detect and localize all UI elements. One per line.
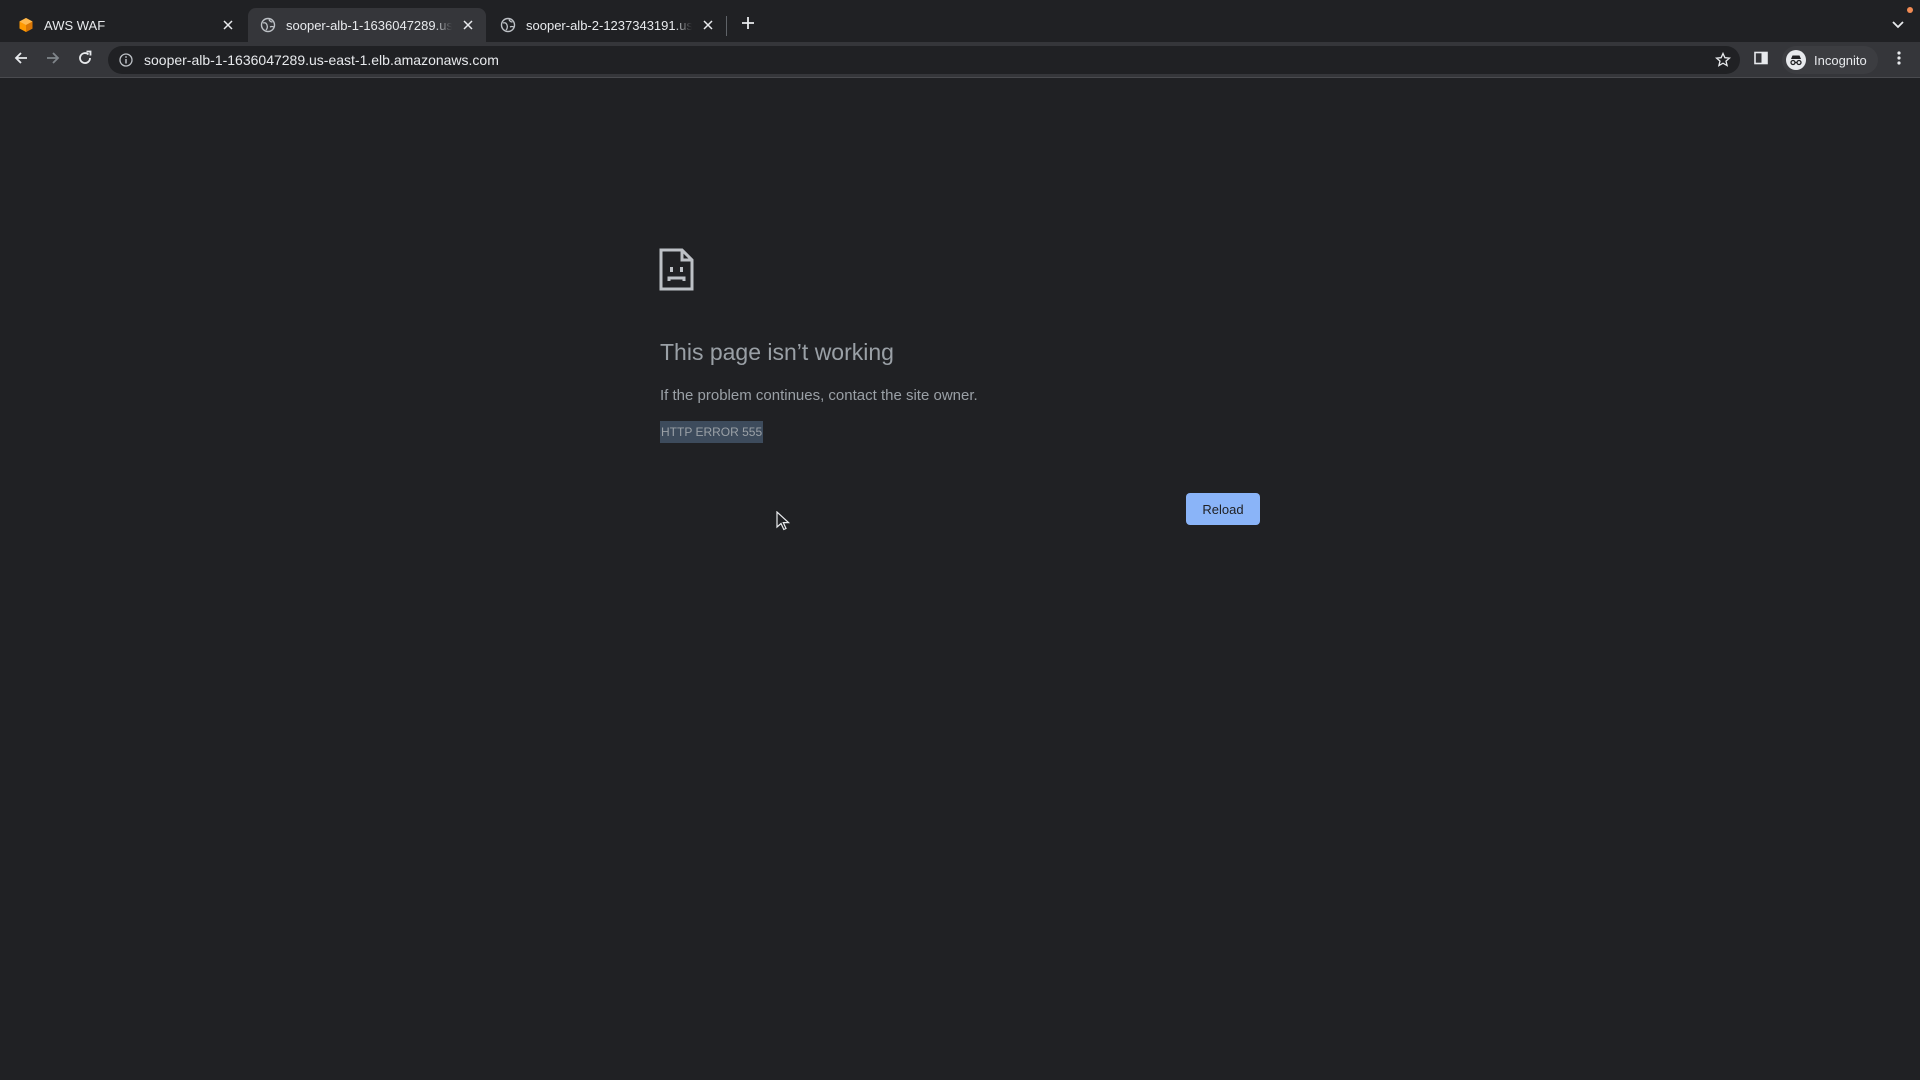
error-description: If the problem continues, contact the si… [660,387,978,404]
plus-icon [741,16,755,35]
reload-toolbar-button[interactable] [71,46,99,74]
browser-menu-button[interactable] [1885,46,1913,74]
error-code: HTTP ERROR 555 [660,421,764,443]
tab-title: AWS WAF [44,17,212,33]
url-text[interactable]: sooper-alb-1-1636047289.us-east-1.elb.am… [144,52,499,68]
tab-title: sooper-alb-2-1237343191.us-east-1.elb.am… [526,17,692,33]
side-panel-icon [1753,50,1769,71]
side-panel-button[interactable] [1747,46,1775,74]
incognito-label: Incognito [1814,52,1867,68]
arrow-right-icon [45,50,61,71]
tab-sooper-alb-1[interactable]: sooper-alb-1-1636047289.us-east-1.elb.am… [248,8,486,42]
back-button[interactable] [7,46,35,74]
tab-separator [726,16,727,36]
tab-strip: AWS WAF sooper-alb-1-1636047289.us-east-… [0,0,1920,42]
close-tab-icon[interactable] [218,15,238,35]
page-content: This page isn’t working If the problem c… [0,79,1920,1080]
arrow-left-icon [13,50,29,71]
chevron-down-icon [1892,16,1904,34]
address-bar[interactable]: sooper-alb-1-1636047289.us-east-1.elb.am… [108,46,1740,74]
close-tab-icon[interactable] [698,15,718,35]
notification-dot [1907,7,1913,13]
refresh-icon [77,50,93,71]
close-tab-icon[interactable] [458,15,478,35]
incognito-profile-button[interactable]: Incognito [1782,46,1878,74]
info-icon[interactable] [118,52,134,68]
tab-title: sooper-alb-1-1636047289.us-east-1.elb.am… [286,17,452,33]
sad-page-icon [659,248,694,291]
tab-search-button[interactable] [1886,13,1910,37]
reload-button[interactable]: Reload [1186,493,1260,525]
incognito-icon [1786,50,1806,70]
aws-cube-icon [18,17,34,33]
tab-sooper-alb-2[interactable]: sooper-alb-2-1237343191.us-east-1.elb.am… [488,8,726,42]
new-tab-button[interactable] [736,13,760,37]
mouse-cursor-icon [776,510,791,531]
bookmark-star-icon[interactable] [1714,51,1732,69]
tab-aws-waf[interactable]: AWS WAF [6,8,246,42]
more-vertical-icon [1897,50,1901,71]
globe-icon [260,17,276,33]
forward-button[interactable] [39,46,67,74]
globe-icon [500,17,516,33]
browser-toolbar: sooper-alb-1-1636047289.us-east-1.elb.am… [0,42,1920,78]
error-title: This page isn’t working [660,339,894,365]
